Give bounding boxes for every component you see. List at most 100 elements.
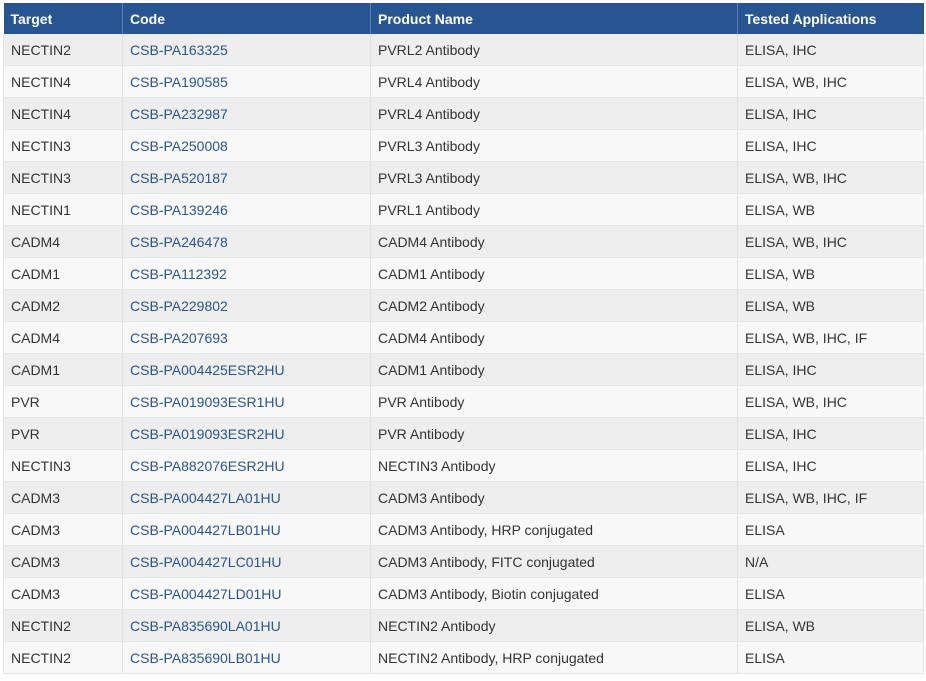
table-row: CADM1 CSB-PA112392 CADM1 Antibody ELISA, WB bbox=[3, 257, 924, 290]
tested-applications-cell: ELISA, WB, IHC bbox=[737, 225, 924, 258]
product-code-link[interactable]: CSB-PA112392 bbox=[130, 266, 227, 282]
code-cell: CSB-PA250008 bbox=[122, 129, 371, 162]
product-code-link[interactable]: CSB-PA139246 bbox=[130, 202, 228, 218]
product-code-link[interactable]: CSB-PA229802 bbox=[130, 298, 228, 314]
product-code-link[interactable]: CSB-PA004427LC01HU bbox=[130, 554, 282, 570]
product-name-cell: CADM4 Antibody bbox=[370, 225, 738, 258]
code-cell: CSB-PA835690LA01HU bbox=[122, 609, 371, 642]
table-row: CADM3 CSB-PA004427LD01HU CADM3 Antibody, B… bbox=[3, 577, 924, 610]
tested-applications-cell: ELISA, IHC bbox=[737, 97, 924, 130]
target-cell: NECTIN2 bbox=[3, 34, 123, 66]
product-name-cell: NECTIN2 Antibody bbox=[370, 609, 738, 642]
product-name-cell: CADM3 Antibody, HRP conjugated bbox=[370, 513, 738, 546]
product-code-link[interactable]: CSB-PA004427LD01HU bbox=[130, 586, 282, 602]
product-code-link[interactable]: CSB-PA520187 bbox=[130, 170, 228, 186]
table-row: CADM3 CSB-PA004427LA01HU CADM3 Antibody ELI… bbox=[3, 481, 924, 514]
table-row: NECTIN2 CSB-PA835690LB01HU NECTIN2 Antibod… bbox=[3, 641, 924, 674]
product-name-cell: PVRL4 Antibody bbox=[370, 97, 738, 130]
product-code-link[interactable]: CSB-PA019093ESR2HU bbox=[130, 426, 285, 442]
product-code-link[interactable]: CSB-PA207693 bbox=[130, 330, 228, 346]
target-cell: CADM4 bbox=[3, 225, 123, 258]
product-code-link[interactable]: CSB-PA190585 bbox=[130, 74, 228, 90]
code-cell: CSB-PA004427LA01HU bbox=[122, 481, 371, 514]
code-cell: CSB-PA004425ESR2HU bbox=[122, 353, 371, 386]
product-name-cell: CADM4 Antibody bbox=[370, 321, 738, 354]
code-cell: CSB-PA112392 bbox=[122, 257, 371, 290]
product-code-link[interactable]: CSB-PA019093ESR1HU bbox=[130, 394, 285, 410]
target-cell: PVR bbox=[3, 417, 123, 450]
product-code-link[interactable]: CSB-PA250008 bbox=[130, 138, 228, 154]
target-cell: NECTIN4 bbox=[3, 97, 123, 130]
code-cell: CSB-PA190585 bbox=[122, 65, 371, 98]
product-code-link[interactable]: CSB-PA835690LB01HU bbox=[130, 650, 281, 666]
product-name-cell: PVRL2 Antibody bbox=[370, 34, 738, 66]
target-cell: NECTIN2 bbox=[3, 609, 123, 642]
table-row: NECTIN4 CSB-PA232987 PVRL4 Antibody ELISA, … bbox=[3, 97, 924, 130]
product-name-cell: CADM3 Antibody, Biotin conjugated bbox=[370, 577, 738, 610]
product-name-cell: CADM2 Antibody bbox=[370, 289, 738, 322]
product-code-link[interactable]: CSB-PA835690LA01HU bbox=[130, 618, 281, 634]
target-cell: CADM3 bbox=[3, 577, 123, 610]
code-cell: CSB-PA019093ESR1HU bbox=[122, 385, 371, 418]
product-code-link[interactable]: CSB-PA246478 bbox=[130, 234, 228, 250]
code-cell: CSB-PA139246 bbox=[122, 193, 371, 226]
table-row: CADM4 CSB-PA207693 CADM4 Antibody ELISA, WB… bbox=[3, 321, 924, 354]
tested-applications-cell: ELISA, WB, IHC bbox=[737, 65, 924, 98]
product-code-link[interactable]: CSB-PA232987 bbox=[130, 106, 228, 122]
table-row: CADM2 CSB-PA229802 CADM2 Antibody ELISA, WB bbox=[3, 289, 924, 322]
target-cell: CADM3 bbox=[3, 545, 123, 578]
code-cell: CSB-PA163325 bbox=[122, 34, 371, 66]
table-header-row: Target Code Product Name Tested Applicat… bbox=[3, 3, 924, 34]
code-cell: CSB-PA882076ESR2HU bbox=[122, 449, 371, 482]
tested-applications-cell: ELISA, IHC bbox=[737, 129, 924, 162]
table-row: PVR CSB-PA019093ESR2HU PVR Antibody ELISA, … bbox=[3, 417, 924, 450]
tested-applications-cell: ELISA, WB, IHC bbox=[737, 161, 924, 194]
target-cell: NECTIN4 bbox=[3, 65, 123, 98]
table-body: NECTIN2 CSB-PA163325 PVRL2 Antibody ELISA, … bbox=[3, 34, 924, 674]
target-cell: CADM4 bbox=[3, 321, 123, 354]
code-cell: CSB-PA246478 bbox=[122, 225, 371, 258]
tested-applications-cell: ELISA, IHC bbox=[737, 417, 924, 450]
tested-applications-cell: ELISA, WB bbox=[737, 193, 924, 226]
table-row: CADM1 CSB-PA004425ESR2HU CADM1 Antibody ELI… bbox=[3, 353, 924, 386]
code-cell: CSB-PA004427LC01HU bbox=[122, 545, 371, 578]
tested-applications-cell: ELISA, WB bbox=[737, 609, 924, 642]
code-cell: CSB-PA004427LD01HU bbox=[122, 577, 371, 610]
tested-applications-cell: ELISA, WB, IHC, IF bbox=[737, 321, 924, 354]
product-code-link[interactable]: CSB-PA163325 bbox=[130, 42, 228, 58]
target-cell: PVR bbox=[3, 385, 123, 418]
tested-applications-cell: ELISA, WB bbox=[737, 257, 924, 290]
code-cell: CSB-PA019093ESR2HU bbox=[122, 417, 371, 450]
tested-applications-cell: N/A bbox=[737, 545, 924, 578]
product-code-link[interactable]: CSB-PA004427LB01HU bbox=[130, 522, 281, 538]
tested-applications-cell: ELISA bbox=[737, 577, 924, 610]
product-name-cell: CADM1 Antibody bbox=[370, 257, 738, 290]
tested-applications-cell: ELISA, WB bbox=[737, 289, 924, 322]
product-code-link[interactable]: CSB-PA882076ESR2HU bbox=[130, 458, 285, 474]
product-name-cell: NECTIN3 Antibody bbox=[370, 449, 738, 482]
table-row: CADM4 CSB-PA246478 CADM4 Antibody ELISA, WB… bbox=[3, 225, 924, 258]
target-cell: CADM1 bbox=[3, 257, 123, 290]
target-cell: NECTIN3 bbox=[3, 449, 123, 482]
product-name-cell: PVR Antibody bbox=[370, 417, 738, 450]
product-name-cell: CADM3 Antibody bbox=[370, 481, 738, 514]
target-cell: NECTIN1 bbox=[3, 193, 123, 226]
product-name-cell: PVRL1 Antibody bbox=[370, 193, 738, 226]
table-row: CADM3 CSB-PA004427LB01HU CADM3 Antibody, H… bbox=[3, 513, 924, 546]
product-name-cell: NECTIN2 Antibody, HRP conjugated bbox=[370, 641, 738, 674]
code-cell: CSB-PA207693 bbox=[122, 321, 371, 354]
column-header-tested-applications: Tested Applications bbox=[737, 3, 924, 34]
product-code-link[interactable]: CSB-PA004427LA01HU bbox=[130, 490, 281, 506]
code-cell: CSB-PA229802 bbox=[122, 289, 371, 322]
tested-applications-cell: ELISA, IHC bbox=[737, 34, 924, 66]
column-header-target: Target bbox=[3, 3, 123, 34]
table-row: NECTIN4 CSB-PA190585 PVRL4 Antibody ELISA, … bbox=[3, 65, 924, 98]
product-name-cell: PVRL4 Antibody bbox=[370, 65, 738, 98]
product-name-cell: CADM3 Antibody, FITC conjugated bbox=[370, 545, 738, 578]
table-header: Target Code Product Name Tested Applicat… bbox=[3, 3, 924, 34]
target-cell: NECTIN2 bbox=[3, 641, 123, 674]
column-header-code: Code bbox=[122, 3, 371, 34]
tested-applications-cell: ELISA, IHC bbox=[737, 353, 924, 386]
target-cell: CADM2 bbox=[3, 289, 123, 322]
product-code-link[interactable]: CSB-PA004425ESR2HU bbox=[130, 362, 285, 378]
